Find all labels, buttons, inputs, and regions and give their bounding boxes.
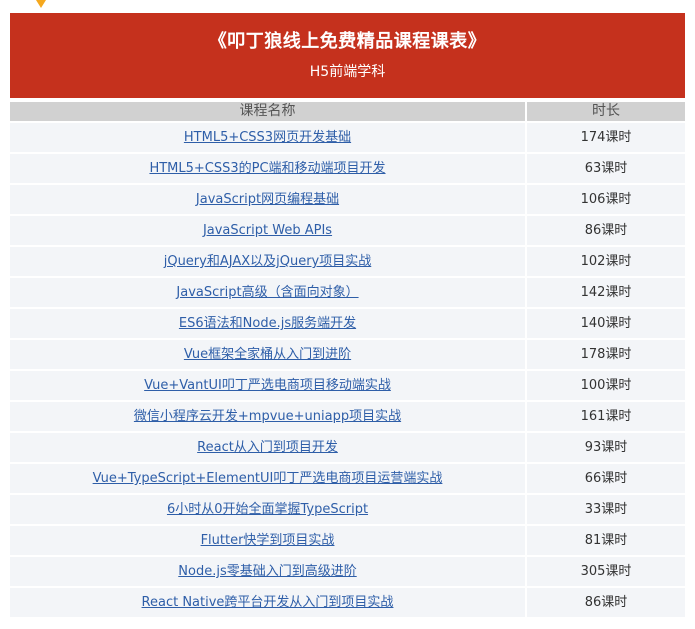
table-row: Flutter快学到项目实战 81课时 (10, 526, 685, 555)
course-hours-cell: 106课时 (527, 185, 685, 214)
course-name-cell: HTML5+CSS3的PC端和移动端项目开发 (10, 154, 527, 183)
course-hours-cell: 86课时 (527, 216, 685, 245)
course-link[interactable]: HTML5+CSS3网页开发基础 (184, 130, 351, 145)
course-name-cell: ES6语法和Node.js服务端开发 (10, 309, 527, 338)
course-hours-cell: 81课时 (527, 526, 685, 555)
course-name-cell: JavaScript Web APIs (10, 216, 527, 245)
course-hours-cell: 174课时 (527, 123, 685, 152)
table-row: Vue+TypeScript+ElementUI叩丁严选电商项目运营端实战 66课… (10, 464, 685, 493)
course-hours-cell: 100课时 (527, 371, 685, 400)
table-row: HTML5+CSS3的PC端和移动端项目开发 63课时 (10, 154, 685, 183)
course-table: 课程名称 时长 HTML5+CSS3网页开发基础 174课时 HTML5+CSS3的… (10, 100, 685, 619)
table-header-row: 课程名称 时长 (10, 102, 685, 121)
course-name-cell: 6小时从0开始全面掌握TypeScript (10, 495, 527, 524)
table-row: ES6语法和Node.js服务端开发 140课时 (10, 309, 685, 338)
course-hours-cell: 140课时 (527, 309, 685, 338)
course-name-cell: JavaScript高级（含面向对象） (10, 278, 527, 307)
table-row: 6小时从0开始全面掌握TypeScript 33课时 (10, 495, 685, 524)
course-name-cell: React Native跨平台开发从入门到项目实战 (10, 588, 527, 617)
course-hours-cell: 93课时 (527, 433, 685, 462)
course-link[interactable]: JavaScript Web APIs (203, 223, 332, 238)
course-name-cell: 微信小程序云开发+mpvue+uniapp项目实战 (10, 402, 527, 431)
course-link[interactable]: Vue框架全家桶从入门到进阶 (184, 347, 351, 362)
course-link[interactable]: React Native跨平台开发从入门到项目实战 (142, 595, 394, 610)
table-row: Vue框架全家桶从入门到进阶 178课时 (10, 340, 685, 369)
course-name-cell: Vue框架全家桶从入门到进阶 (10, 340, 527, 369)
course-link[interactable]: 微信小程序云开发+mpvue+uniapp项目实战 (134, 409, 401, 424)
course-hours-cell: 66课时 (527, 464, 685, 493)
course-hours-cell: 161课时 (527, 402, 685, 431)
course-link[interactable]: React从入门到项目开发 (197, 440, 338, 455)
course-hours-cell: 63课时 (527, 154, 685, 183)
course-link[interactable]: jQuery和AJAX以及jQuery项目实战 (164, 254, 372, 269)
table-row: Node.js零基础入门到高级进阶 305课时 (10, 557, 685, 586)
course-link[interactable]: Node.js零基础入门到高级进阶 (178, 564, 356, 579)
course-name-cell: Vue+VantUI叩丁严选电商项目移动端实战 (10, 371, 527, 400)
course-hours-cell: 305课时 (527, 557, 685, 586)
schedule-banner: 《叩丁狼线上免费精品课程课表》 H5前端学科 (10, 13, 685, 98)
table-row: jQuery和AJAX以及jQuery项目实战 102课时 (10, 247, 685, 276)
table-row: JavaScript网页编程基础 106课时 (10, 185, 685, 214)
course-schedule: 《叩丁狼线上免费精品课程课表》 H5前端学科 课程名称 时长 HTML5+CSS… (10, 13, 685, 619)
table-row: React从入门到项目开发 93课时 (10, 433, 685, 462)
course-link[interactable]: Vue+TypeScript+ElementUI叩丁严选电商项目运营端实战 (93, 471, 443, 486)
table-row: HTML5+CSS3网页开发基础 174课时 (10, 123, 685, 152)
table-row: JavaScript Web APIs 86课时 (10, 216, 685, 245)
table-row: 微信小程序云开发+mpvue+uniapp项目实战 161课时 (10, 402, 685, 431)
column-header-duration: 时长 (527, 102, 685, 121)
course-link[interactable]: Flutter快学到项目实战 (201, 533, 335, 548)
schedule-title: 《叩丁狼线上免费精品课程课表》 (208, 31, 487, 52)
course-hours-cell: 102课时 (527, 247, 685, 276)
course-link[interactable]: JavaScript网页编程基础 (196, 192, 339, 207)
top-accent-marker (36, 0, 46, 8)
course-table-body: HTML5+CSS3网页开发基础 174课时 HTML5+CSS3的PC端和移动端项… (10, 123, 685, 617)
course-name-cell: HTML5+CSS3网页开发基础 (10, 123, 527, 152)
course-hours-cell: 33课时 (527, 495, 685, 524)
column-header-course: 课程名称 (10, 102, 527, 121)
table-row: React Native跨平台开发从入门到项目实战 86课时 (10, 588, 685, 617)
course-name-cell: Node.js零基础入门到高级进阶 (10, 557, 527, 586)
course-name-cell: jQuery和AJAX以及jQuery项目实战 (10, 247, 527, 276)
course-name-cell: React从入门到项目开发 (10, 433, 527, 462)
schedule-subtitle: H5前端学科 (309, 64, 386, 80)
course-link[interactable]: 6小时从0开始全面掌握TypeScript (167, 502, 368, 517)
course-link[interactable]: HTML5+CSS3的PC端和移动端项目开发 (149, 161, 385, 176)
table-row: Vue+VantUI叩丁严选电商项目移动端实战 100课时 (10, 371, 685, 400)
course-name-cell: Vue+TypeScript+ElementUI叩丁严选电商项目运营端实战 (10, 464, 527, 493)
course-link[interactable]: ES6语法和Node.js服务端开发 (179, 316, 356, 331)
course-hours-cell: 178课时 (527, 340, 685, 369)
course-link[interactable]: Vue+VantUI叩丁严选电商项目移动端实战 (144, 378, 391, 393)
course-hours-cell: 86课时 (527, 588, 685, 617)
course-name-cell: Flutter快学到项目实战 (10, 526, 527, 555)
course-name-cell: JavaScript网页编程基础 (10, 185, 527, 214)
table-row: JavaScript高级（含面向对象） 142课时 (10, 278, 685, 307)
course-hours-cell: 142课时 (527, 278, 685, 307)
course-link[interactable]: JavaScript高级（含面向对象） (176, 285, 358, 300)
